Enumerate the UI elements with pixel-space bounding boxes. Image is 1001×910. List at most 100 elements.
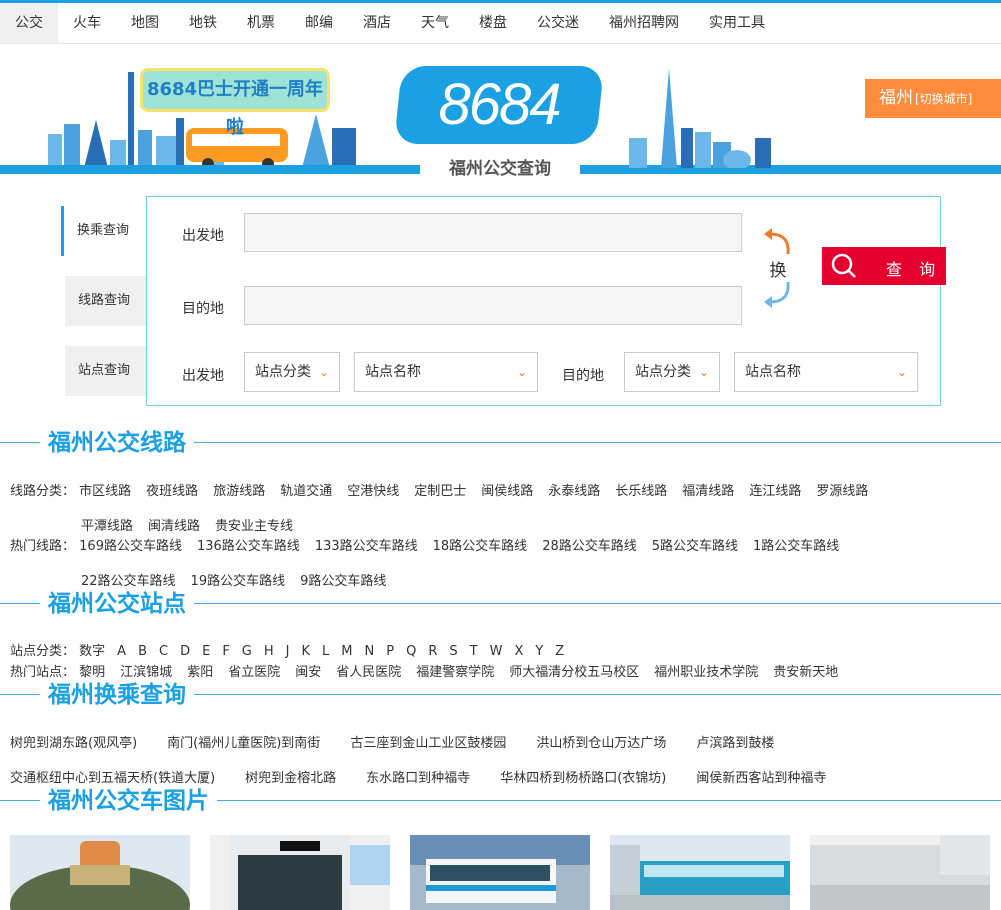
hot-line-row: 22路公交车路线 19路公交车路线 9路公交车路线 — [81, 570, 401, 589]
nav-item[interactable]: 邮编 — [290, 3, 348, 43]
from-station-category-select[interactable]: 站点分类 ⌄ — [244, 352, 340, 392]
line-category-link[interactable]: 平潭线路 — [81, 519, 133, 534]
transfer-link[interactable]: 洪山桥到仓山万达广场 — [536, 736, 666, 751]
line-category-link[interactable]: 长乐线路 — [615, 484, 667, 499]
tab-station[interactable]: 站点查询 — [65, 346, 148, 396]
hot-line-link[interactable]: 136路公交车路线 — [197, 539, 300, 554]
transfer-link[interactable]: 闽侯新西客站到种福寺 — [696, 771, 826, 786]
station-letter-link[interactable]: G — [242, 644, 252, 659]
line-category-link[interactable]: 空港快线 — [347, 484, 399, 499]
hot-station-link[interactable]: 贵安新天地 — [773, 665, 838, 680]
station-letter-link[interactable]: M — [341, 644, 352, 659]
hot-station-link[interactable]: 福州职业技术学院 — [654, 665, 758, 680]
bus-photo[interactable] — [810, 835, 990, 910]
transfer-link[interactable]: 树兜到湖东路(观风亭) — [10, 736, 137, 751]
transfer-link[interactable]: 东水路口到种福寺 — [366, 771, 470, 786]
bus-photo[interactable] — [10, 835, 190, 910]
hot-line-link[interactable]: 28路公交车路线 — [542, 539, 637, 554]
nav-item[interactable]: 公交迷 — [522, 3, 594, 43]
station-letter-link[interactable]: S — [449, 644, 457, 659]
hot-line-link[interactable]: 5路公交车路线 — [652, 539, 738, 554]
line-category-link[interactable]: 定制巴士 — [414, 484, 466, 499]
nav-item[interactable]: 福州招聘网 — [594, 3, 694, 43]
search-button[interactable]: 查 询 — [822, 247, 946, 285]
station-letter-link[interactable]: C — [159, 644, 168, 659]
station-letter-link[interactable]: L — [322, 644, 329, 659]
hot-station-link[interactable]: 省人民医院 — [336, 665, 401, 680]
transfer-link[interactable]: 华林四桥到杨桥路口(衣锦坊) — [500, 771, 666, 786]
hot-station-link[interactable]: 闽安 — [295, 665, 321, 680]
to-station-name-select[interactable]: 站点名称 ⌄ — [734, 352, 918, 392]
nav-item[interactable]: 实用工具 — [694, 3, 780, 43]
line-category-link[interactable]: 连江线路 — [749, 484, 801, 499]
to-label: 目的地 — [182, 301, 224, 317]
hot-line-link[interactable]: 1路公交车路线 — [753, 539, 839, 554]
hot-station-link[interactable]: 黎明 — [79, 665, 105, 680]
station-letter-link[interactable]: P — [386, 644, 394, 659]
hot-line-link[interactable]: 9路公交车路线 — [300, 574, 386, 589]
transfer-link[interactable]: 卢滨路到鼓楼 — [696, 736, 774, 751]
station-letter-link[interactable]: F — [222, 644, 229, 659]
bus-photo[interactable] — [610, 835, 790, 910]
station-letter-link[interactable]: H — [264, 644, 274, 659]
nav-item[interactable]: 地图 — [116, 3, 174, 43]
transfer-link[interactable]: 古三座到金山工业区鼓楼园 — [350, 736, 506, 751]
station-letter-link[interactable]: E — [202, 644, 210, 659]
hot-line-link[interactable]: 169路公交车路线 — [79, 539, 182, 554]
hot-line-link[interactable]: 18路公交车路线 — [433, 539, 528, 554]
nav-item[interactable]: 地铁 — [174, 3, 232, 43]
station-letter-link[interactable]: W — [490, 644, 503, 659]
station-letter-link[interactable]: K — [302, 644, 311, 659]
nav-item[interactable]: 机票 — [232, 3, 290, 43]
station-letter-link[interactable]: Z — [555, 644, 564, 659]
station-letter-link[interactable]: Q — [406, 644, 416, 659]
station-letter-link[interactable]: R — [428, 644, 437, 659]
nav-item[interactable]: 楼盘 — [464, 3, 522, 43]
line-category-link[interactable]: 贵安业主专线 — [215, 519, 293, 534]
station-letter-link[interactable]: T — [470, 644, 478, 659]
station-letter-link[interactable]: Y — [535, 644, 543, 659]
hot-station-link[interactable]: 师大福清分校五马校区 — [509, 665, 639, 680]
hot-station-link[interactable]: 紫阳 — [187, 665, 213, 680]
hot-station-link[interactable]: 省立医院 — [228, 665, 280, 680]
tab-transfer[interactable]: 换乘查询 — [61, 206, 144, 256]
site-logo[interactable]: 8684 — [398, 66, 600, 144]
to-input[interactable] — [244, 286, 742, 325]
from-input[interactable] — [244, 213, 742, 252]
line-category-link[interactable]: 夜班线路 — [146, 484, 198, 499]
line-category-link[interactable]: 旅游线路 — [213, 484, 265, 499]
line-category-link[interactable]: 罗源线路 — [816, 484, 868, 499]
nav-item[interactable]: 公交 — [0, 3, 58, 43]
nav-item[interactable]: 酒店 — [348, 3, 406, 43]
station-letter-link[interactable]: B — [138, 644, 147, 659]
line-category-link[interactable]: 闽清线路 — [148, 519, 200, 534]
station-letter-link[interactable]: X — [514, 644, 523, 659]
transfer-link[interactable]: 南门(福州儿童医院)到南街 — [167, 736, 320, 751]
line-category-link[interactable]: 市区线路 — [79, 484, 131, 499]
station-letter-link[interactable]: 数字 — [79, 644, 105, 659]
hot-station-link[interactable]: 福建警察学院 — [416, 665, 494, 680]
to-station-category-select[interactable]: 站点分类 ⌄ — [624, 352, 720, 392]
from-station-name-select[interactable]: 站点名称 ⌄ — [354, 352, 538, 392]
line-category-link[interactable]: 永泰线路 — [548, 484, 600, 499]
transfer-link[interactable]: 树兜到金榕北路 — [245, 771, 336, 786]
hot-line-link[interactable]: 22路公交车路线 — [81, 574, 176, 589]
hot-line-link[interactable]: 19路公交车路线 — [191, 574, 286, 589]
bus-photo[interactable] — [210, 835, 390, 910]
station-letter-link[interactable]: J — [286, 644, 290, 659]
transfer-link[interactable]: 交通枢纽中心到五福天桥(铁道大厦) — [10, 771, 215, 786]
nav-item[interactable]: 天气 — [406, 3, 464, 43]
station-letter-link[interactable]: D — [180, 644, 190, 659]
station-letter-link[interactable]: A — [117, 644, 126, 659]
line-category-link[interactable]: 福清线路 — [682, 484, 734, 499]
hot-line-link[interactable]: 133路公交车路线 — [315, 539, 418, 554]
switch-city-button[interactable]: 福州 [切换城市] — [865, 79, 1001, 118]
bus-photo[interactable] — [410, 835, 590, 910]
tab-line[interactable]: 线路查询 — [65, 276, 148, 326]
station-letter-link[interactable]: N — [365, 644, 375, 659]
line-category-link[interactable]: 闽侯线路 — [481, 484, 533, 499]
nav-item[interactable]: 火车 — [58, 3, 116, 43]
swap-button[interactable]: 换 — [760, 226, 796, 310]
hot-station-link[interactable]: 江滨锦城 — [120, 665, 172, 680]
line-category-link[interactable]: 轨道交通 — [280, 484, 332, 499]
